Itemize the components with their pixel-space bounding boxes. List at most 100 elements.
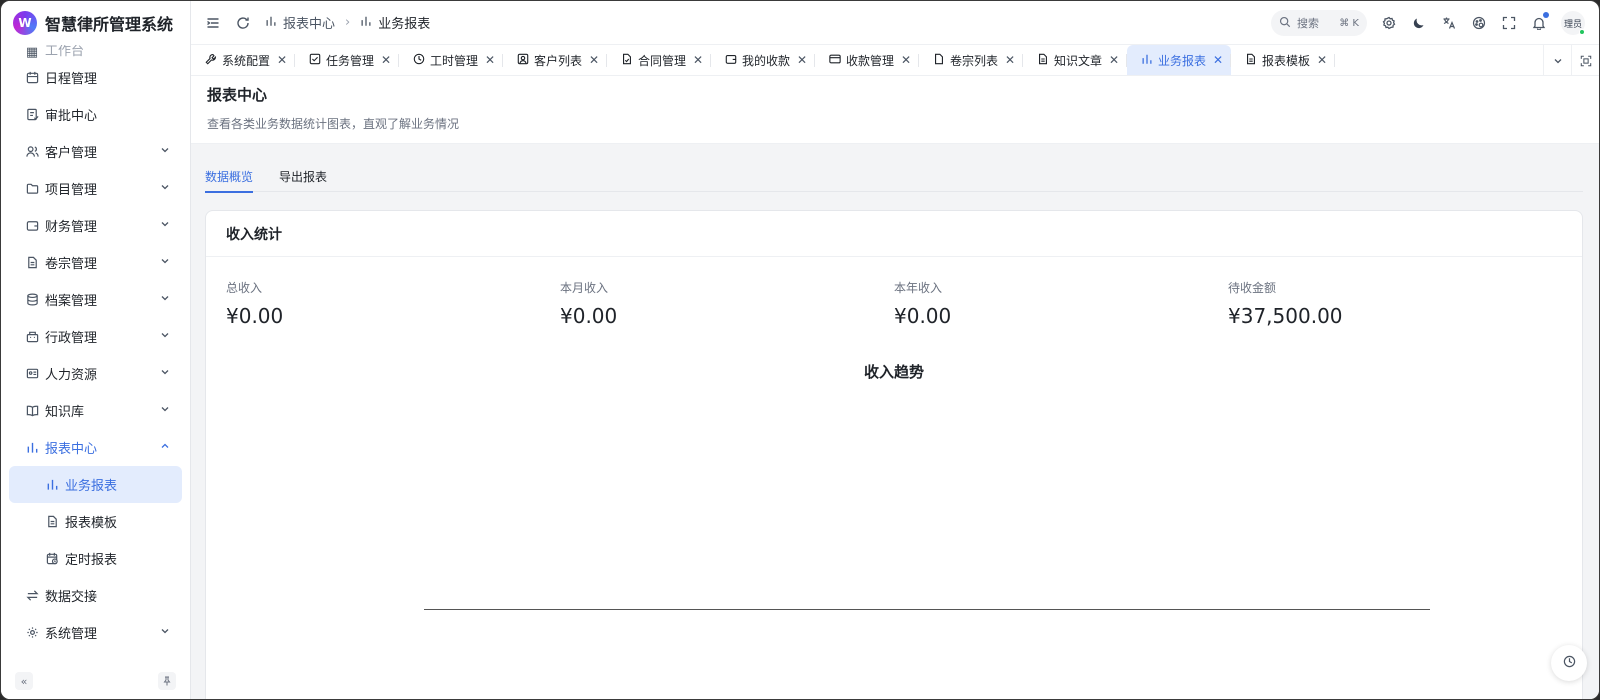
stat-label: 本年收入 (894, 281, 943, 295)
chevron-down-icon (160, 144, 170, 159)
close-icon[interactable]: ✕ (1213, 53, 1223, 67)
pin-icon[interactable] (158, 672, 176, 690)
stat-label: 本月收入 (560, 281, 609, 295)
refresh-icon[interactable] (235, 15, 251, 31)
header-tools: 搜索 ⌘ K 理员 (1271, 1, 1585, 45)
tab-my-receipts[interactable]: 我的收款 ✕ (711, 45, 815, 75)
stat-label: 总收入 (226, 281, 263, 295)
fullscreen-icon[interactable] (1501, 15, 1517, 31)
search-input[interactable]: 搜索 ⌘ K (1271, 10, 1367, 36)
sidebar-item-hr[interactable]: 人力资源 (9, 355, 182, 392)
settings-icon[interactable] (1381, 15, 1397, 31)
close-icon[interactable]: ✕ (277, 53, 287, 67)
top-header: 报表中心 › 业务报表 搜索 ⌘ K 理员 (191, 1, 1599, 45)
sidebar-item-reports[interactable]: 报表中心 (9, 429, 182, 466)
sidebar-item-business-report[interactable]: 业务报表 (9, 466, 182, 503)
building-icon (25, 330, 39, 344)
sidebar-item-schedule[interactable]: 日程管理 (9, 59, 182, 96)
tab-label: 系统配置 (222, 53, 271, 68)
sidebar-item-scheduled-report[interactable]: 定时报表 (9, 540, 182, 577)
tab-dossier-list[interactable]: 卷宗列表 ✕ (919, 45, 1023, 75)
sidebar-item-label: 定时报表 (65, 553, 118, 568)
contact-icon (517, 53, 529, 68)
tab-receipt-management[interactable]: 收款管理 ✕ (815, 45, 919, 75)
chevron-up-icon (160, 440, 170, 455)
tab-client-list[interactable]: 客户列表 ✕ (503, 45, 607, 75)
chevron-down-icon (160, 292, 170, 307)
chevron-down-icon (160, 181, 170, 196)
menu-toggle-icon[interactable] (205, 15, 221, 31)
sidebar-item-system[interactable]: 系统管理 (9, 614, 182, 651)
wrench-icon (205, 53, 217, 68)
checkbox-icon (309, 53, 321, 68)
history-float-button[interactable] (1551, 645, 1587, 681)
sidebar-item-clients[interactable]: 客户管理 (9, 133, 182, 170)
sidebar-item-workbench[interactable]: ▦ 工作台 (9, 45, 182, 59)
tab-data-overview[interactable]: 数据概览 (205, 168, 254, 193)
sidebar-menu: ▦ 工作台 日程管理 审批中心 客户管理 项目管理 财务管理 卷宗管理 档案管理… (1, 45, 190, 661)
brand[interactable]: W 智慧律所管理系统 (1, 1, 190, 45)
close-icon[interactable]: ✕ (1109, 53, 1119, 67)
tab-timesheet[interactable]: 工时管理 ✕ (399, 45, 503, 75)
calendar-clock-icon (45, 552, 59, 566)
tab-export-report[interactable]: 导出报表 (279, 168, 327, 192)
sidebar-item-label: 报表中心 (45, 442, 98, 457)
tab-knowledge-articles[interactable]: 知识文章 ✕ (1023, 45, 1127, 75)
close-icon[interactable]: ✕ (485, 53, 495, 67)
chevron-right-icon: › (345, 15, 351, 30)
tab-label: 任务管理 (326, 53, 375, 68)
tab-label: 报表模板 (1262, 53, 1311, 68)
chevron-down-icon[interactable] (1543, 45, 1571, 76)
sidebar-item-projects[interactable]: 项目管理 (9, 170, 182, 207)
wallet-icon (725, 53, 737, 68)
tab-business-report[interactable]: 业务报表 ✕ (1127, 45, 1231, 75)
sidebar-item-data-handover[interactable]: 数据交接 (9, 577, 182, 614)
avatar[interactable]: 理员 (1561, 11, 1585, 35)
credit-card-icon (829, 53, 841, 68)
sidebar-item-finance[interactable]: 财务管理 (9, 207, 182, 244)
bar-chart-icon (45, 478, 59, 492)
tab-label: 业务报表 (1158, 53, 1207, 68)
theme-color-icon[interactable] (1471, 15, 1487, 31)
folder-icon (25, 182, 39, 196)
collapse-sidebar-icon[interactable]: « (15, 672, 33, 690)
sidebar-item-report-template[interactable]: 报表模板 (9, 503, 182, 540)
sidebar-item-admin[interactable]: 行政管理 (9, 318, 182, 355)
sidebar-item-knowledge[interactable]: 知识库 (9, 392, 182, 429)
breadcrumb-item[interactable]: 报表中心 (283, 13, 335, 32)
page-description: 查看各类业务数据统计图表，直观了解业务情况 (207, 117, 460, 131)
notification-bell-icon[interactable] (1531, 12, 1549, 31)
close-icon[interactable]: ✕ (381, 53, 391, 67)
wallet-icon (25, 219, 39, 233)
sidebar-item-label: 财务管理 (45, 220, 98, 235)
calendar-icon (25, 71, 39, 85)
sidebar-item-label: 业务报表 (65, 479, 118, 494)
sidebar-item-dossier[interactable]: 卷宗管理 (9, 244, 182, 281)
tab-label: 我的收款 (742, 53, 791, 68)
maximize-content-icon[interactable] (1571, 45, 1599, 76)
tab-report-template[interactable]: 报表模板 ✕ (1231, 45, 1335, 75)
tab-task-management[interactable]: 任务管理 ✕ (295, 45, 399, 75)
close-icon[interactable]: ✕ (589, 53, 599, 67)
close-icon[interactable]: ✕ (901, 53, 911, 67)
app-title: 智慧律所管理系统 (45, 15, 174, 34)
translate-icon[interactable] (1441, 15, 1457, 31)
sidebar-item-label: 知识库 (45, 405, 85, 420)
tab-system-config[interactable]: 系统配置 ✕ (191, 45, 295, 75)
sidebar-item-label: 日程管理 (45, 72, 98, 87)
trend-chart-title: 收入趋势 (863, 363, 924, 381)
file-icon (45, 515, 59, 529)
close-icon[interactable]: ✕ (693, 53, 703, 67)
close-icon[interactable]: ✕ (1005, 53, 1015, 67)
tab-contract-management[interactable]: 合同管理 ✕ (607, 45, 711, 75)
close-icon[interactable]: ✕ (797, 53, 807, 67)
dark-mode-icon[interactable] (1411, 15, 1427, 31)
breadcrumb-current: 业务报表 (378, 17, 431, 32)
stat-year-income: 本年收入 ¥0.00 (894, 279, 1228, 328)
search-placeholder: 搜索 (1297, 17, 1319, 30)
close-icon[interactable]: ✕ (1317, 53, 1327, 67)
sidebar-item-approval[interactable]: 审批中心 (9, 96, 182, 133)
sidebar-item-archives[interactable]: 档案管理 (9, 281, 182, 318)
income-stats-card: 收入统计 总收入 ¥0.00 本月收入 ¥0.00 本年收入 ¥0.00 待收金… (205, 210, 1583, 699)
app-window: W 智慧律所管理系统 ▦ 工作台 日程管理 审批中心 客户管理 项目管理 财务管… (0, 0, 1600, 700)
